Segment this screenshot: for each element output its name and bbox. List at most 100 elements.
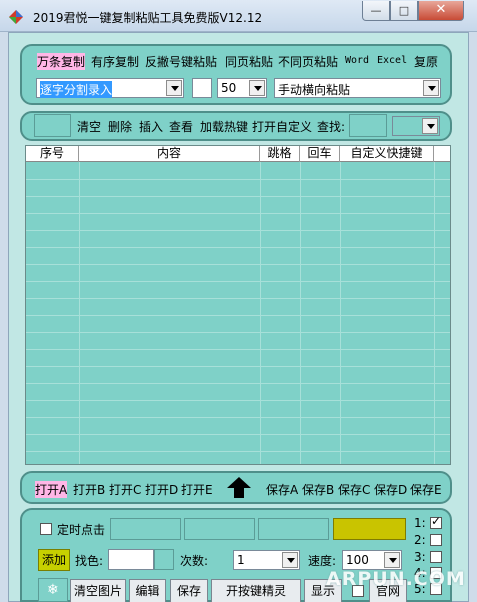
- index-box[interactable]: [34, 114, 71, 137]
- times-select[interactable]: 1: [233, 550, 300, 570]
- snowflake-button[interactable]: ❄: [38, 578, 68, 602]
- tab-wantiao-copy[interactable]: 万条复制: [37, 53, 86, 70]
- tab-ordered-copy[interactable]: 有序复制: [91, 53, 139, 70]
- tab-excel[interactable]: Excel: [377, 55, 407, 66]
- times-value: 1: [237, 553, 245, 567]
- table-row-divider: [26, 383, 450, 384]
- maximize-icon: □: [398, 4, 410, 17]
- tab-restore[interactable]: 复原: [414, 53, 438, 70]
- col-hotkey[interactable]: 自定义快捷键: [340, 146, 434, 162]
- slot-2-label: 2:: [414, 533, 426, 547]
- time-field-2[interactable]: [184, 518, 255, 540]
- find-color-field[interactable]: [108, 549, 154, 570]
- color-picker-box[interactable]: [154, 549, 174, 570]
- tab-diff-page-paste[interactable]: 不同页粘贴: [278, 53, 338, 70]
- timed-click-label: 定时点击: [57, 523, 106, 537]
- edit-button[interactable]: 编辑: [129, 579, 166, 602]
- arrow-up-icon[interactable]: [227, 477, 251, 498]
- open-button-wizard-button[interactable]: 开按键精灵: [211, 579, 301, 602]
- speed-label: 速度:: [308, 554, 337, 568]
- delete-button[interactable]: 删除: [108, 118, 132, 135]
- open-a-button[interactable]: 打开A: [35, 481, 68, 498]
- title-bar: 2019君悦一键复制粘贴工具免费版V12.12 — □ ✕: [0, 0, 477, 32]
- table-row-divider: [26, 230, 450, 231]
- chevron-down-icon: [423, 80, 439, 96]
- save-d-button[interactable]: 保存D: [374, 481, 407, 498]
- mode-select[interactable]: 逐字分割录入: [36, 78, 184, 98]
- table-row-divider: [26, 213, 450, 214]
- col-tab[interactable]: 跳格: [260, 146, 300, 162]
- time-field-3[interactable]: [258, 518, 329, 540]
- column-divider: [300, 162, 301, 464]
- find-input[interactable]: [349, 114, 387, 137]
- option-checkbox[interactable]: [192, 78, 212, 98]
- table-row-divider: [26, 264, 450, 265]
- clear-image-button[interactable]: 清空图片: [70, 579, 126, 602]
- app-icon: [9, 10, 23, 24]
- find-color-label: 找色:: [75, 554, 104, 568]
- open-d-button[interactable]: 打开D: [145, 481, 178, 498]
- chevron-down-icon: [282, 552, 298, 568]
- open-c-button[interactable]: 打开C: [109, 481, 141, 498]
- table-row-divider: [26, 179, 450, 180]
- save-e-button[interactable]: 保存E: [410, 481, 442, 498]
- open-e-button[interactable]: 打开E: [181, 481, 213, 498]
- slot-1-checkbox[interactable]: [430, 514, 442, 529]
- save-button[interactable]: 保存: [170, 579, 208, 602]
- chevron-down-icon: [384, 552, 400, 568]
- chevron-down-icon: [166, 80, 182, 96]
- open-b-button[interactable]: 打开B: [73, 481, 105, 498]
- add-button[interactable]: 添加: [38, 549, 70, 571]
- chevron-down-icon: [422, 118, 438, 134]
- view-button[interactable]: 查看: [169, 118, 193, 135]
- table-header: 序号 内容 跳格 回车 自定义快捷键: [26, 146, 450, 162]
- column-divider: [260, 162, 261, 464]
- col-content[interactable]: 内容: [79, 146, 260, 162]
- table-row-divider: [26, 247, 450, 248]
- column-divider: [434, 162, 435, 464]
- speed-select[interactable]: 100: [342, 550, 402, 570]
- close-button[interactable]: ✕: [418, 1, 464, 21]
- watermark: ARPUN.COM: [326, 568, 466, 590]
- save-b-button[interactable]: 保存B: [302, 481, 334, 498]
- table-row-divider: [26, 281, 450, 282]
- tab-word[interactable]: Word: [345, 55, 369, 66]
- slot-2-checkbox[interactable]: [430, 534, 442, 546]
- col-index[interactable]: 序号: [26, 146, 79, 162]
- load-hotkey-button[interactable]: 加载热键: [200, 118, 248, 135]
- table-row-divider: [26, 400, 450, 401]
- time-field-1[interactable]: [110, 518, 181, 540]
- maximize-button[interactable]: □: [390, 1, 418, 21]
- minimize-button[interactable]: —: [362, 1, 390, 21]
- data-table[interactable]: 序号 内容 跳格 回车 自定义快捷键: [25, 145, 451, 465]
- save-a-button[interactable]: 保存A: [266, 481, 298, 498]
- table-row-divider: [26, 434, 450, 435]
- slot-1-label: 1:: [414, 516, 426, 530]
- table-row-divider: [26, 196, 450, 197]
- snowflake-icon: ❄: [47, 582, 59, 598]
- find-select[interactable]: [392, 116, 440, 136]
- close-icon: ✕: [435, 2, 447, 17]
- mode-select-value: 逐字分割录入: [40, 81, 113, 98]
- paste-mode-select[interactable]: 手动横向粘贴: [274, 78, 441, 98]
- speed-value: 100: [346, 553, 369, 567]
- tab-same-page-paste[interactable]: 同页粘贴: [225, 53, 273, 70]
- insert-button[interactable]: 插入: [139, 118, 163, 135]
- minimize-icon: —: [370, 4, 382, 17]
- save-c-button[interactable]: 保存C: [338, 481, 370, 498]
- column-divider: [340, 162, 341, 464]
- clear-button[interactable]: 清空: [77, 118, 101, 135]
- slot-3-checkbox[interactable]: [430, 551, 442, 563]
- slot-3-label: 3:: [414, 550, 426, 564]
- times-label: 次数:: [180, 554, 209, 568]
- column-divider: [79, 162, 80, 464]
- count-select[interactable]: 50: [217, 78, 267, 98]
- open-custom-button[interactable]: 打开自定义: [252, 118, 312, 135]
- table-row-divider: [26, 349, 450, 350]
- tab-backtick-paste[interactable]: 反撇号键粘贴: [145, 53, 217, 70]
- find-label: 查找:: [317, 120, 346, 134]
- timed-click-checkbox[interactable]: [40, 523, 52, 535]
- chevron-down-icon: [249, 80, 265, 96]
- color-swatch: [333, 518, 406, 540]
- col-enter[interactable]: 回车: [300, 146, 340, 162]
